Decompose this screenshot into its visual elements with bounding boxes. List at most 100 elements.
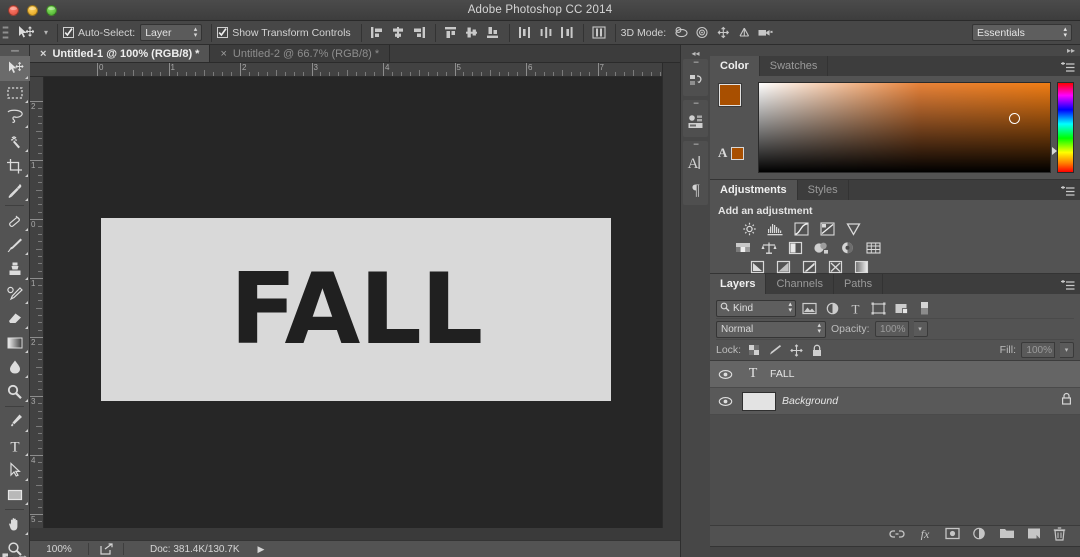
layer-list-empty-area[interactable]	[710, 415, 1080, 525]
distribute-horizontal-center-icon[interactable]	[536, 23, 557, 43]
color-panel-foreground-swatch[interactable]	[719, 84, 741, 106]
selective-color-icon[interactable]	[826, 259, 844, 275]
distribute-right-icon[interactable]	[557, 23, 578, 43]
roll-3d-icon[interactable]	[692, 23, 713, 43]
panel-menu-icon[interactable]	[1061, 60, 1075, 78]
history-brush-tool[interactable]	[0, 282, 30, 307]
layer-filter-kind-select[interactable]: Kind ▴▾	[716, 300, 796, 317]
hue-slider-marker[interactable]	[1052, 147, 1057, 155]
lasso-tool[interactable]	[0, 105, 30, 130]
distribute-left-icon[interactable]	[515, 23, 536, 43]
pen-tool[interactable]	[0, 409, 30, 434]
lock-all-icon[interactable]	[809, 342, 825, 358]
tool-preset-chevron-down-icon[interactable]: ▾	[40, 28, 52, 37]
spot-healing-brush-tool[interactable]	[0, 208, 30, 233]
layer-name[interactable]: Background	[782, 395, 838, 407]
tab-layers[interactable]: Layers	[710, 274, 766, 294]
exposure-icon[interactable]	[818, 221, 836, 237]
opacity-chevron-down-icon[interactable]: ▾	[914, 321, 928, 337]
vertical-ruler[interactable]: 21012345	[30, 77, 44, 540]
delete-layer-icon[interactable]	[1053, 527, 1066, 546]
layer-visibility-eye-icon[interactable]	[714, 369, 736, 380]
distribute-spacing-icon[interactable]	[589, 23, 610, 43]
move-tool[interactable]	[0, 56, 30, 81]
workspace-select[interactable]: Essentials ▴▾	[972, 24, 1072, 41]
paragraph-panel-icon[interactable]: ¶	[683, 176, 709, 203]
levels-icon[interactable]	[766, 221, 784, 237]
filter-smart-object-icon[interactable]	[892, 299, 911, 317]
channel-mixer-icon[interactable]	[838, 240, 856, 256]
default-colors-icon[interactable]	[2, 553, 13, 557]
curves-icon[interactable]	[792, 221, 810, 237]
magic-wand-tool[interactable]	[0, 130, 30, 155]
tab-channels[interactable]: Channels	[766, 274, 833, 294]
blur-tool[interactable]	[0, 355, 30, 380]
color-lookup-icon[interactable]	[864, 240, 882, 256]
gradient-map-icon[interactable]	[852, 259, 870, 275]
layer-style-fx-icon[interactable]: fx	[917, 527, 933, 545]
camera-3d-icon[interactable]	[755, 23, 776, 43]
clone-stamp-tool[interactable]	[0, 257, 30, 282]
share-icon[interactable]	[89, 543, 123, 555]
filter-type-icon[interactable]: T	[846, 299, 865, 317]
document-tab-untitled-2[interactable]: × Untitled-2 @ 66.7% (RGB/8) *	[210, 45, 390, 62]
document-vertical-scrollbar[interactable]	[662, 63, 680, 540]
lock-transparent-pixels-icon[interactable]	[746, 342, 762, 358]
horizontal-ruler[interactable]: 0123456789	[30, 63, 680, 77]
rectangular-marquee-tool[interactable]	[0, 81, 30, 106]
collapse-panels-icon[interactable]: ▸▸	[1067, 46, 1075, 55]
eyedropper-tool[interactable]	[0, 179, 30, 204]
auto-select-checkbox[interactable]	[63, 27, 74, 38]
new-group-icon[interactable]	[999, 527, 1015, 545]
show-transform-controls-checkbox[interactable]	[217, 27, 228, 38]
filter-pixel-icon[interactable]	[800, 299, 819, 317]
properties-icon[interactable]	[683, 108, 709, 135]
tab-swatches[interactable]: Swatches	[760, 56, 829, 76]
orbit-3d-icon[interactable]	[671, 23, 692, 43]
vibrance-icon[interactable]	[844, 221, 862, 237]
layer-name[interactable]: FALL	[770, 368, 795, 380]
align-bottom-edges-icon[interactable]	[483, 23, 504, 43]
panel-menu-icon[interactable]	[1061, 184, 1075, 202]
zoom-level[interactable]: 100%	[30, 544, 88, 555]
document-horizontal-scrollbar[interactable]	[30, 528, 680, 540]
pan-3d-icon[interactable]	[713, 23, 734, 43]
color-balance-icon[interactable]	[760, 240, 778, 256]
tools-panel-grip[interactable]: ▪▪▪▪▪	[0, 47, 29, 56]
auto-select-scope-select[interactable]: Layer ▴▾	[140, 24, 202, 41]
history-icon[interactable]	[683, 67, 709, 94]
dodge-tool[interactable]	[0, 380, 30, 405]
align-top-edges-icon[interactable]	[441, 23, 462, 43]
dock-grip[interactable]: ▪▪▪▪	[683, 59, 708, 67]
align-left-edges-icon[interactable]	[367, 23, 388, 43]
move-tool-icon[interactable]	[10, 22, 40, 44]
status-expand-icon[interactable]: ▶	[258, 544, 265, 555]
path-selection-tool[interactable]	[0, 458, 30, 483]
character-panel-icon[interactable]: A	[683, 149, 709, 176]
threshold-icon[interactable]	[800, 259, 818, 275]
color-picker-marker[interactable]	[1009, 113, 1020, 124]
artboard[interactable]: FALL	[101, 218, 611, 401]
brightness-contrast-icon[interactable]	[740, 221, 758, 237]
expand-dock-icon[interactable]: ◂◂	[681, 47, 710, 59]
tab-color[interactable]: Color	[710, 56, 760, 76]
canvas-workspace[interactable]: FALL	[44, 77, 680, 540]
lock-image-pixels-icon[interactable]	[767, 342, 783, 358]
align-vertical-centers-icon[interactable]	[462, 23, 483, 43]
hue-saturation-icon[interactable]	[734, 240, 752, 256]
tab-styles[interactable]: Styles	[798, 180, 849, 200]
blend-mode-select[interactable]: Normal ▴▾	[716, 321, 826, 338]
rectangle-tool[interactable]	[0, 483, 30, 508]
color-picker-field[interactable]	[758, 82, 1051, 173]
horizontal-type-tool[interactable]: T	[0, 434, 30, 459]
slide-3d-icon[interactable]	[734, 23, 755, 43]
brush-tool[interactable]	[0, 233, 30, 258]
close-tab-icon[interactable]: ×	[40, 48, 46, 60]
dock-grip[interactable]: ▪▪▪▪	[683, 141, 708, 149]
filter-toggle-icon[interactable]	[915, 299, 934, 317]
invert-icon[interactable]	[748, 259, 766, 275]
filter-adjustment-icon[interactable]	[823, 299, 842, 317]
crop-tool[interactable]	[0, 154, 30, 179]
panels-collapse-bar[interactable]: ▸▸	[710, 45, 1080, 56]
dock-grip[interactable]: ▪▪▪▪	[683, 100, 708, 108]
